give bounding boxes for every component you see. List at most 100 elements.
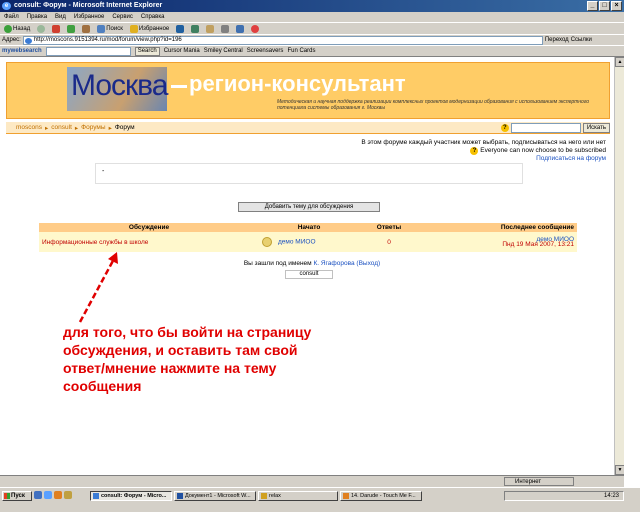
vertical-scrollbar[interactable]: ▲ ▼ bbox=[614, 57, 624, 475]
media-icon bbox=[176, 24, 185, 33]
subscription-info: В этом форуме каждый участник может выбр… bbox=[361, 139, 606, 163]
forum-search-input[interactable] bbox=[510, 123, 581, 133]
author-link[interactable]: демо МИОО bbox=[278, 239, 316, 246]
zone-indicator: Интернет bbox=[504, 477, 574, 486]
desktop-icon[interactable] bbox=[34, 491, 42, 499]
breadcrumb-moscons[interactable]: moscons bbox=[16, 124, 42, 131]
subscription-text: В этом форуме каждый участник может выбр… bbox=[361, 139, 606, 146]
task-ie[interactable]: consult: Форум - Micro... bbox=[90, 491, 172, 501]
help-icon[interactable]: ? bbox=[500, 124, 509, 132]
help-icon[interactable]: ? bbox=[470, 147, 479, 155]
go-button[interactable]: Переход bbox=[545, 37, 569, 43]
history-icon bbox=[191, 24, 200, 33]
breadcrumb-forums[interactable]: Форумы bbox=[81, 124, 105, 131]
ie-icon: e bbox=[2, 2, 11, 10]
forum-description: - bbox=[95, 163, 523, 184]
window-title: consult: Форум - Microsoft Internet Expl… bbox=[14, 2, 163, 9]
media-button[interactable] bbox=[174, 24, 186, 34]
edit-button[interactable] bbox=[234, 24, 246, 34]
toolbar: Назад Поиск Избранное bbox=[0, 22, 624, 34]
print-icon bbox=[221, 24, 230, 33]
websearch-button[interactable]: Search bbox=[134, 46, 160, 56]
forum-search: ? Искать bbox=[500, 123, 610, 133]
menu-help[interactable]: Справка bbox=[141, 12, 165, 22]
stop-icon bbox=[52, 24, 61, 33]
last-post-date[interactable]: Пнд 19 Мая 2007, 13:21 bbox=[422, 241, 574, 248]
ws-screensavers[interactable]: Screensavers bbox=[247, 48, 284, 54]
scroll-down-icon[interactable]: ▼ bbox=[615, 465, 624, 475]
outlook-quick-icon[interactable] bbox=[64, 491, 72, 499]
print-button[interactable] bbox=[219, 24, 231, 34]
subscribe-link[interactable]: Подписаться на форум bbox=[361, 155, 606, 163]
search-icon bbox=[97, 24, 106, 33]
annotation-text: для того, что бы войти на страницу обсуж… bbox=[63, 324, 312, 394]
ie-quick-icon[interactable] bbox=[44, 491, 52, 499]
user-link[interactable]: К. Ягафорова bbox=[313, 260, 354, 267]
mail-icon bbox=[206, 24, 215, 33]
address-bar: Адрес: http://moscons.9151394.ru/mod/for… bbox=[0, 34, 624, 45]
menu-edit[interactable]: Правка bbox=[27, 12, 47, 22]
ws-smiley-central[interactable]: Smiley Central bbox=[204, 48, 243, 54]
mail-button[interactable] bbox=[204, 24, 216, 34]
search-button[interactable]: Поиск bbox=[95, 24, 125, 34]
menu-tools[interactable]: Сервис bbox=[112, 12, 133, 22]
page-icon bbox=[24, 37, 32, 44]
home-icon bbox=[82, 24, 91, 33]
links-button[interactable]: Ссылки bbox=[571, 37, 592, 43]
add-topic-button[interactable]: Добавить тему для обсуждения bbox=[238, 202, 380, 212]
browser-window: e consult: Форум - Microsoft Internet Ex… bbox=[0, 0, 624, 512]
site-banner: Москва регион-консультант Методическая и… bbox=[6, 62, 610, 119]
course-link[interactable]: consult bbox=[285, 270, 333, 279]
start-button[interactable]: Пуск bbox=[2, 491, 32, 501]
menu-favorites[interactable]: Избранное bbox=[74, 12, 104, 22]
scroll-up-icon[interactable]: ▲ bbox=[615, 57, 624, 67]
stop-button[interactable] bbox=[50, 24, 62, 34]
quick-launch bbox=[34, 491, 72, 499]
websearch-toolbar: mywebsearch Search Cursor Mania Smiley C… bbox=[0, 45, 624, 57]
star-icon bbox=[129, 24, 138, 33]
replies-count[interactable]: 0 bbox=[359, 232, 419, 252]
address-input[interactable]: http://moscons.9151394.ru/mod/forum/view… bbox=[22, 35, 543, 45]
logout-link[interactable]: (Выход) bbox=[356, 260, 380, 267]
media-quick-icon[interactable] bbox=[54, 491, 62, 499]
close-button[interactable]: × bbox=[611, 1, 622, 11]
edit-icon bbox=[236, 24, 245, 33]
page-content: Москва регион-консультант Методическая и… bbox=[0, 57, 624, 475]
taskbar: Пуск consult: Форум - Micro... Документ1… bbox=[0, 487, 640, 512]
col-last-post: Последнее сообщение bbox=[419, 223, 577, 232]
favorites-button[interactable]: Избранное bbox=[128, 24, 171, 34]
clock[interactable]: 14:23 bbox=[604, 493, 619, 499]
col-discussion: Обсуждение bbox=[39, 223, 259, 232]
messenger-button[interactable] bbox=[249, 24, 261, 34]
messenger-icon bbox=[251, 24, 260, 33]
banner-region: регион-консультант bbox=[189, 71, 406, 96]
forum-search-button[interactable]: Искать bbox=[582, 123, 610, 133]
forward-button[interactable] bbox=[35, 24, 47, 34]
history-button[interactable] bbox=[189, 24, 201, 34]
minimize-button[interactable]: _ bbox=[587, 1, 598, 11]
task-relax[interactable]: relax bbox=[258, 491, 338, 501]
address-label: Адрес: bbox=[2, 37, 21, 43]
refresh-button[interactable] bbox=[65, 24, 77, 34]
title-bar: e consult: Форум - Microsoft Internet Ex… bbox=[0, 0, 624, 12]
status-bar: Интернет bbox=[0, 475, 624, 487]
breadcrumb-forum: Форум bbox=[114, 124, 135, 131]
menu-view[interactable]: Вид bbox=[55, 12, 66, 22]
home-button[interactable] bbox=[80, 24, 92, 34]
ws-cursor-mania[interactable]: Cursor Mania bbox=[164, 48, 200, 54]
menu-file[interactable]: Файл bbox=[4, 12, 19, 22]
ws-fun-cards[interactable]: Fun Cards bbox=[287, 48, 315, 54]
banner-dash bbox=[171, 85, 187, 88]
task-word[interactable]: Документ1 - Microsoft W... bbox=[174, 491, 256, 501]
maximize-button[interactable]: □ bbox=[599, 1, 610, 11]
table-header: Обсуждение Начато Ответы Последнее сообщ… bbox=[39, 223, 577, 232]
login-prefix: Вы зашли под именем bbox=[243, 260, 312, 267]
back-button[interactable]: Назад bbox=[2, 24, 32, 34]
system-tray: 14:23 bbox=[504, 491, 624, 501]
breadcrumb-consult[interactable]: consult bbox=[51, 124, 72, 131]
websearch-input[interactable] bbox=[45, 46, 131, 56]
task-music[interactable]: 14. Darude - Touch Me F... bbox=[340, 491, 422, 501]
windows-flag-icon bbox=[4, 493, 10, 499]
refresh-icon bbox=[67, 24, 76, 33]
banner-city: Москва bbox=[71, 69, 168, 102]
